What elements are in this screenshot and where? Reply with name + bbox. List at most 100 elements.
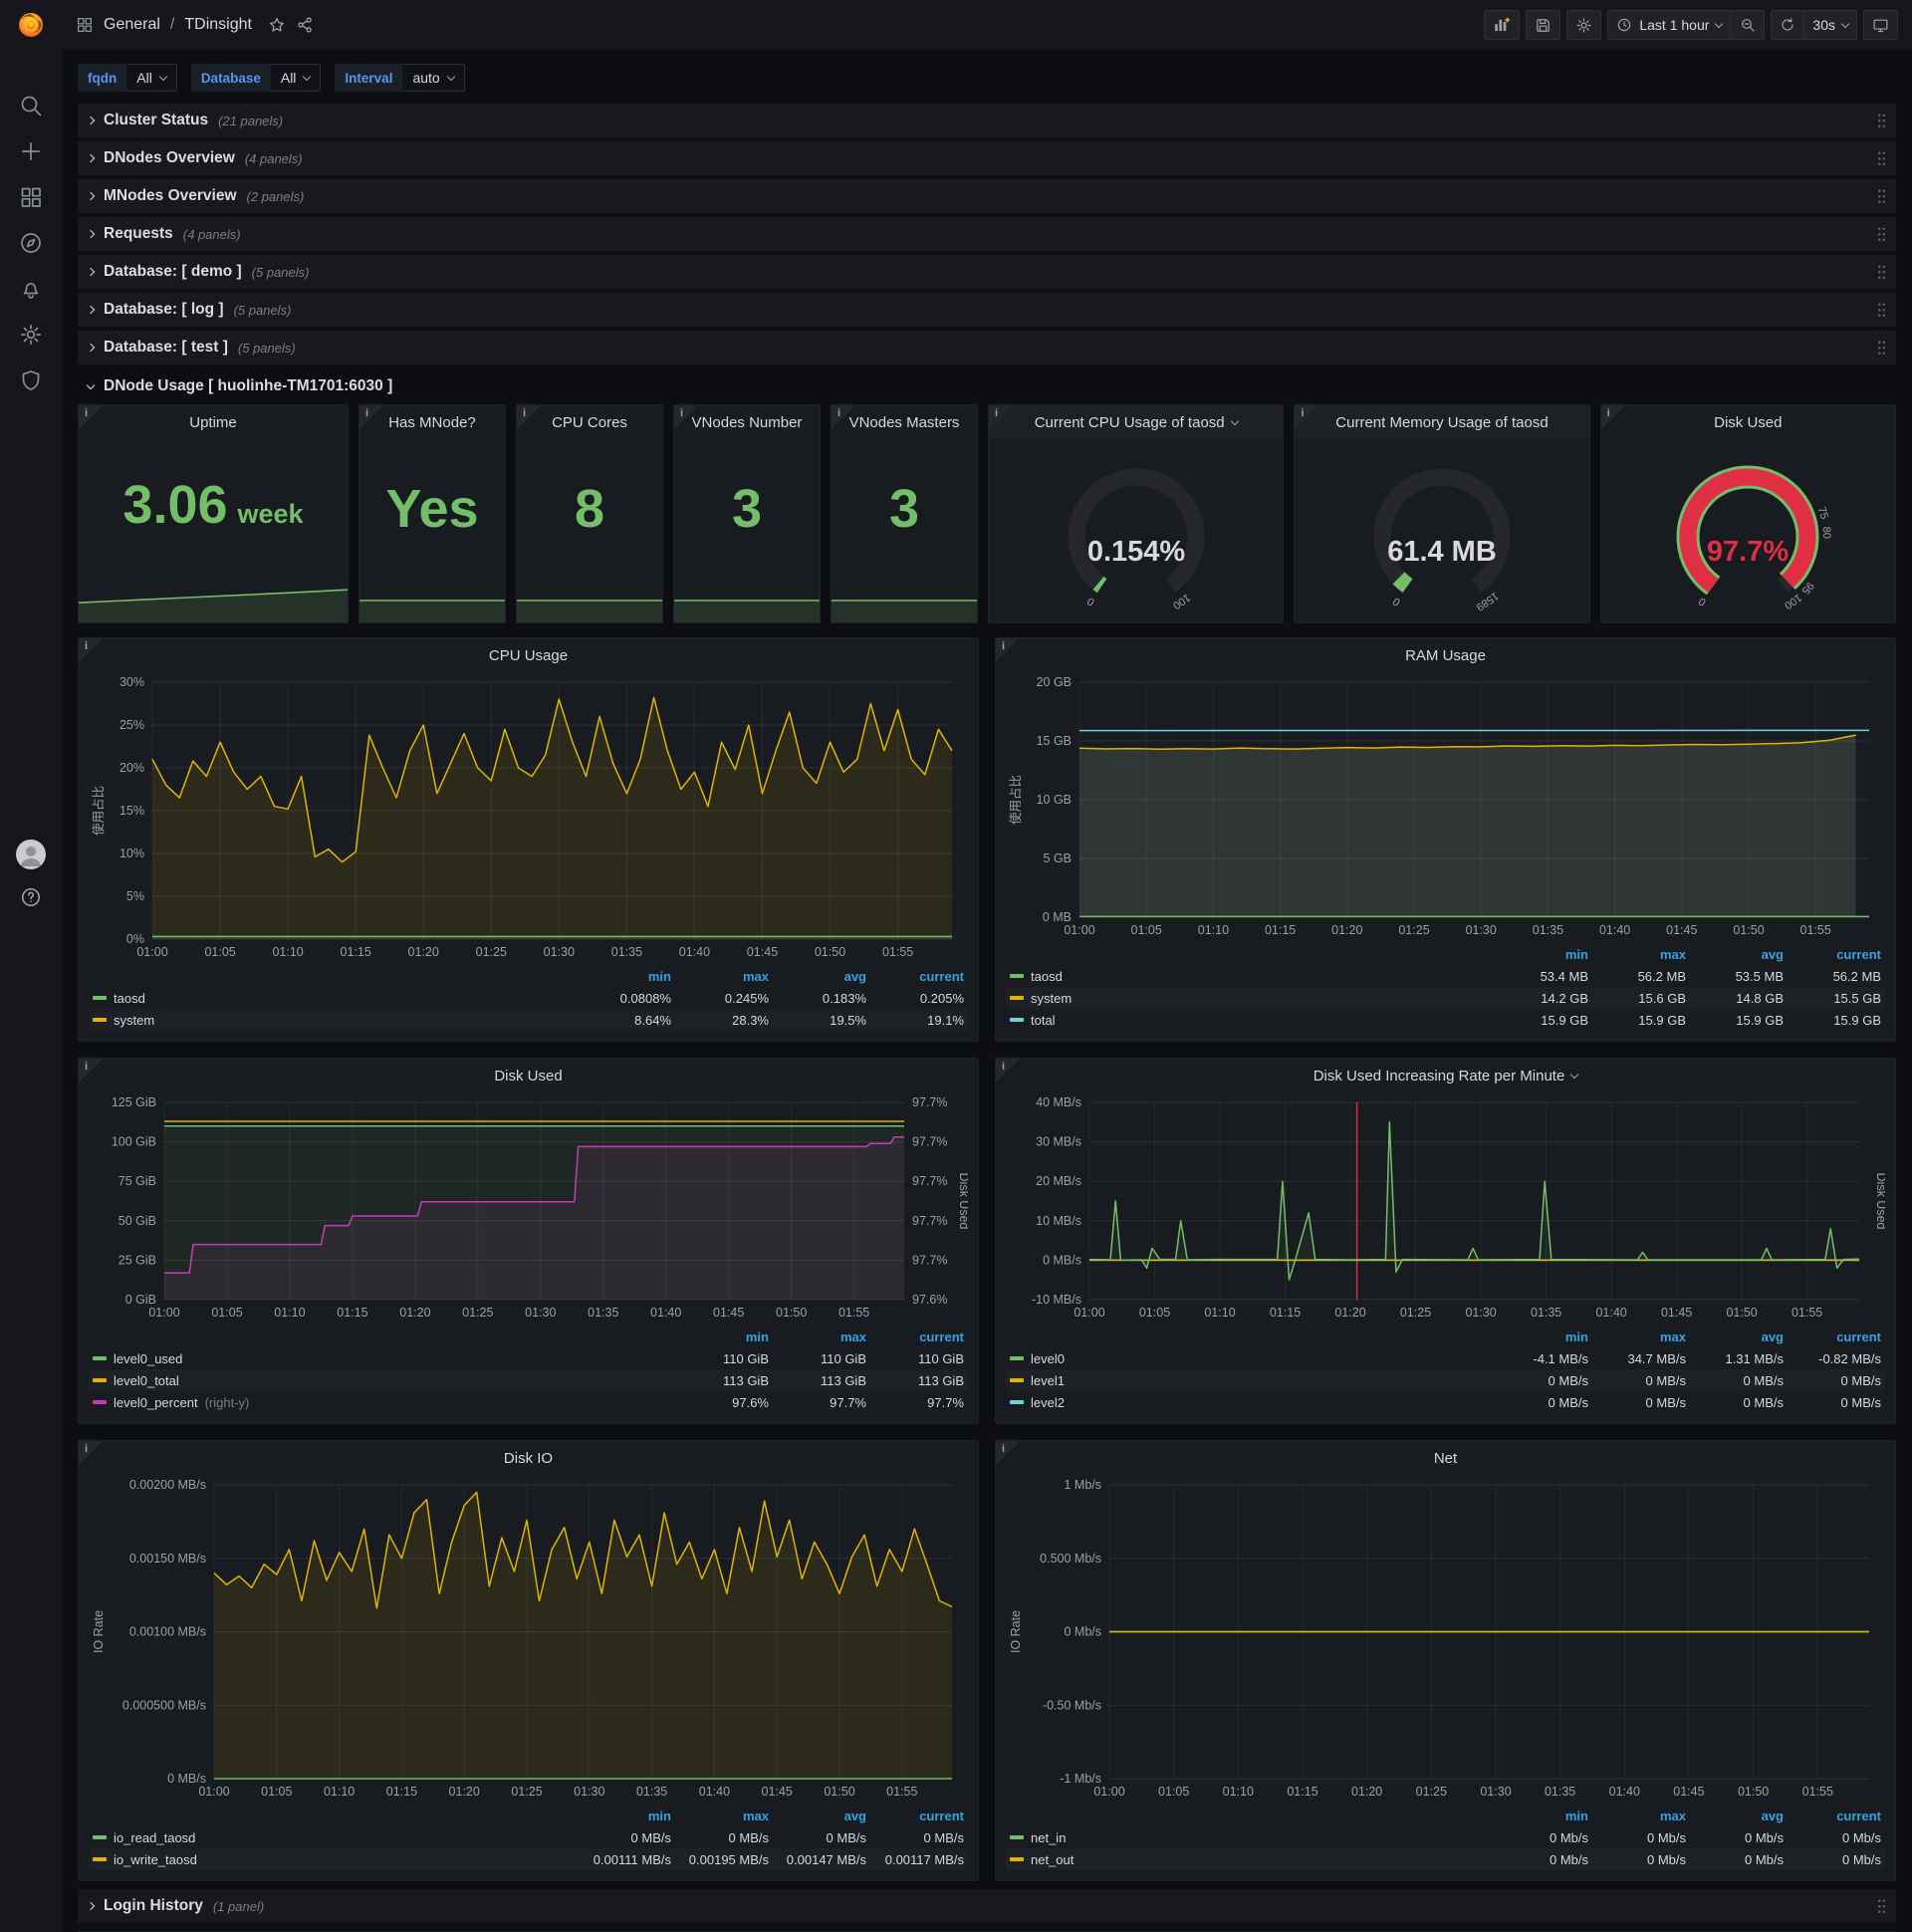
legend-value: 19.5%: [830, 1012, 866, 1028]
row-mnodes-overview[interactable]: MNodes Overview (2 panels): [78, 179, 1896, 213]
variable-label[interactable]: Interval: [335, 64, 403, 92]
star-icon[interactable]: [268, 16, 286, 34]
panel-title[interactable]: Current Memory Usage of taosd: [1295, 405, 1589, 439]
refresh-button[interactable]: [1771, 10, 1805, 40]
cycle-view-mode-button[interactable]: [1863, 10, 1898, 40]
svg-text:01:25: 01:25: [511, 1785, 542, 1799]
variable-value-dropdown[interactable]: auto: [402, 64, 465, 92]
variable-value: All: [280, 70, 297, 86]
grafana-logo[interactable]: [0, 10, 62, 40]
panel-title[interactable]: Current CPU Usage of taosd: [989, 405, 1284, 439]
panel-info-corner[interactable]: [832, 405, 855, 429]
panel-info-corner[interactable]: [79, 405, 103, 429]
row-dnode-usage[interactable]: DNode Usage [ huolinhe-TM1701:6030 ]: [78, 368, 1896, 404]
legend-series-name[interactable]: io_write_taosd: [93, 1852, 574, 1867]
dashboard-settings-button[interactable]: [1566, 10, 1602, 40]
legend-series-name[interactable]: level0: [1010, 1351, 1491, 1366]
panel-info-corner[interactable]: [996, 638, 1020, 662]
legend-series-name[interactable]: taosd: [93, 991, 574, 1006]
configuration-gear-icon[interactable]: [19, 323, 43, 347]
legend-series-name[interactable]: net_out: [1010, 1852, 1491, 1867]
add-panel-button[interactable]: [1484, 10, 1521, 40]
legend-series-name[interactable]: taosd: [1010, 969, 1491, 984]
svg-text:01:50: 01:50: [1733, 923, 1764, 937]
panel-info-corner[interactable]: [359, 405, 383, 429]
save-dashboard-button[interactable]: [1526, 10, 1561, 40]
panel-info-corner[interactable]: [1295, 405, 1319, 429]
row-drag-handle[interactable]: [1877, 226, 1886, 242]
row-cluster-status[interactable]: Cluster Status (21 panels): [78, 104, 1896, 137]
row-database-log[interactable]: Database: [ log ] (5 panels): [78, 293, 1896, 327]
panel-info-corner[interactable]: [996, 1441, 1020, 1465]
panel-info-corner[interactable]: [674, 405, 698, 429]
legend-series-name[interactable]: system: [1010, 991, 1491, 1006]
legend-header-avg: avg: [1761, 946, 1784, 962]
row-database-demo[interactable]: Database: [ demo ] (5 panels): [78, 255, 1896, 289]
breadcrumb-dashboard-title[interactable]: TDinsight: [184, 16, 252, 34]
search-icon[interactable]: [19, 94, 43, 118]
variable-value-dropdown[interactable]: All: [126, 64, 177, 92]
row-requests[interactable]: Requests (4 panels): [78, 217, 1896, 251]
row-drag-handle[interactable]: [1877, 1898, 1886, 1914]
panel-title[interactable]: RAM Usage: [996, 638, 1895, 672]
legend-series-name[interactable]: level2: [1010, 1395, 1491, 1410]
refresh-interval-dropdown[interactable]: 30s: [1804, 10, 1857, 40]
row-drag-handle[interactable]: [1877, 113, 1886, 128]
variable-label[interactable]: Database: [190, 64, 271, 92]
panel-title[interactable]: Net: [996, 1441, 1895, 1475]
panel-info-corner[interactable]: [79, 1441, 103, 1465]
row-drag-handle[interactable]: [1877, 302, 1886, 318]
row-database-test[interactable]: Database: [ test ] (5 panels): [78, 331, 1896, 364]
row-drag-handle[interactable]: [1877, 340, 1886, 356]
variable-label[interactable]: fqdn: [78, 64, 127, 92]
row-login-history[interactable]: Login History (1 panel): [78, 1889, 1896, 1923]
zoom-out-time-button[interactable]: [1731, 10, 1766, 40]
row-drag-handle[interactable]: [1877, 150, 1886, 166]
panel-title-text: CPU Usage: [488, 646, 569, 664]
legend-row-net-out: net_out 0 Mb/s 0 Mb/s 0 Mb/s 0 Mb/s: [1006, 1848, 1885, 1870]
panel-info-corner[interactable]: [989, 405, 1013, 429]
legend-series-name[interactable]: level0_used: [93, 1351, 671, 1366]
stat-value-number: 3.06: [122, 475, 228, 535]
chart-plot-area: -1 Mb/s -0.50 Mb/s 0 Mb/s 0.500 Mb/s 1 Mb/s 0…: [996, 1475, 1895, 1803]
panel-info-corner[interactable]: [79, 1059, 103, 1083]
panel-title[interactable]: CPU Usage: [79, 638, 978, 672]
svg-text:01:55: 01:55: [1792, 1306, 1822, 1320]
dashboards-icon[interactable]: [19, 185, 43, 209]
legend-series-name[interactable]: level0_percent (right-y): [93, 1395, 671, 1410]
legend-series-name[interactable]: net_in: [1010, 1830, 1491, 1845]
row-drag-handle[interactable]: [1877, 264, 1886, 280]
share-icon[interactable]: [296, 16, 314, 34]
svg-text:01:25: 01:25: [1416, 1785, 1447, 1799]
variable-value-dropdown[interactable]: All: [270, 64, 322, 92]
create-plus-icon[interactable]: [19, 139, 43, 163]
help-icon[interactable]: [20, 886, 42, 908]
chevron-right-icon: [86, 305, 96, 315]
svg-text:01:30: 01:30: [525, 1306, 556, 1320]
row-dnodes-overview[interactable]: DNodes Overview (4 panels): [78, 141, 1896, 175]
panel-title[interactable]: Disk Used: [1601, 405, 1895, 439]
legend-series-name[interactable]: system: [93, 1013, 574, 1028]
panel-title[interactable]: Disk IO: [79, 1441, 978, 1475]
panel-info-corner[interactable]: [517, 405, 541, 429]
legend-value: 0 MB/s: [1548, 1372, 1588, 1388]
explore-compass-icon[interactable]: [19, 231, 43, 255]
legend-series-name[interactable]: level1: [1010, 1373, 1491, 1388]
alerting-bell-icon[interactable]: [19, 277, 43, 301]
legend-series-name[interactable]: io_read_taosd: [93, 1830, 574, 1845]
panel-title[interactable]: Disk Used Increasing Rate per Minute: [996, 1059, 1895, 1092]
panel-info-corner[interactable]: [1600, 405, 1625, 429]
server-admin-shield-icon[interactable]: [19, 368, 43, 392]
legend-series-name[interactable]: level0_total: [93, 1373, 671, 1388]
legend-series-name[interactable]: total: [1010, 1013, 1491, 1028]
breadcrumb-section[interactable]: General: [104, 16, 160, 34]
panel-title[interactable]: Uptime: [79, 405, 348, 439]
time-range-picker[interactable]: Last 1 hour: [1607, 10, 1732, 40]
legend-series-label: level0_used: [114, 1350, 183, 1366]
panel-title[interactable]: Disk Used: [79, 1059, 978, 1092]
panel-info-corner[interactable]: [79, 638, 103, 662]
svg-text:0.154%: 0.154%: [1086, 536, 1185, 568]
user-avatar[interactable]: [16, 840, 46, 869]
panel-info-corner[interactable]: [996, 1059, 1020, 1083]
row-drag-handle[interactable]: [1877, 188, 1886, 204]
